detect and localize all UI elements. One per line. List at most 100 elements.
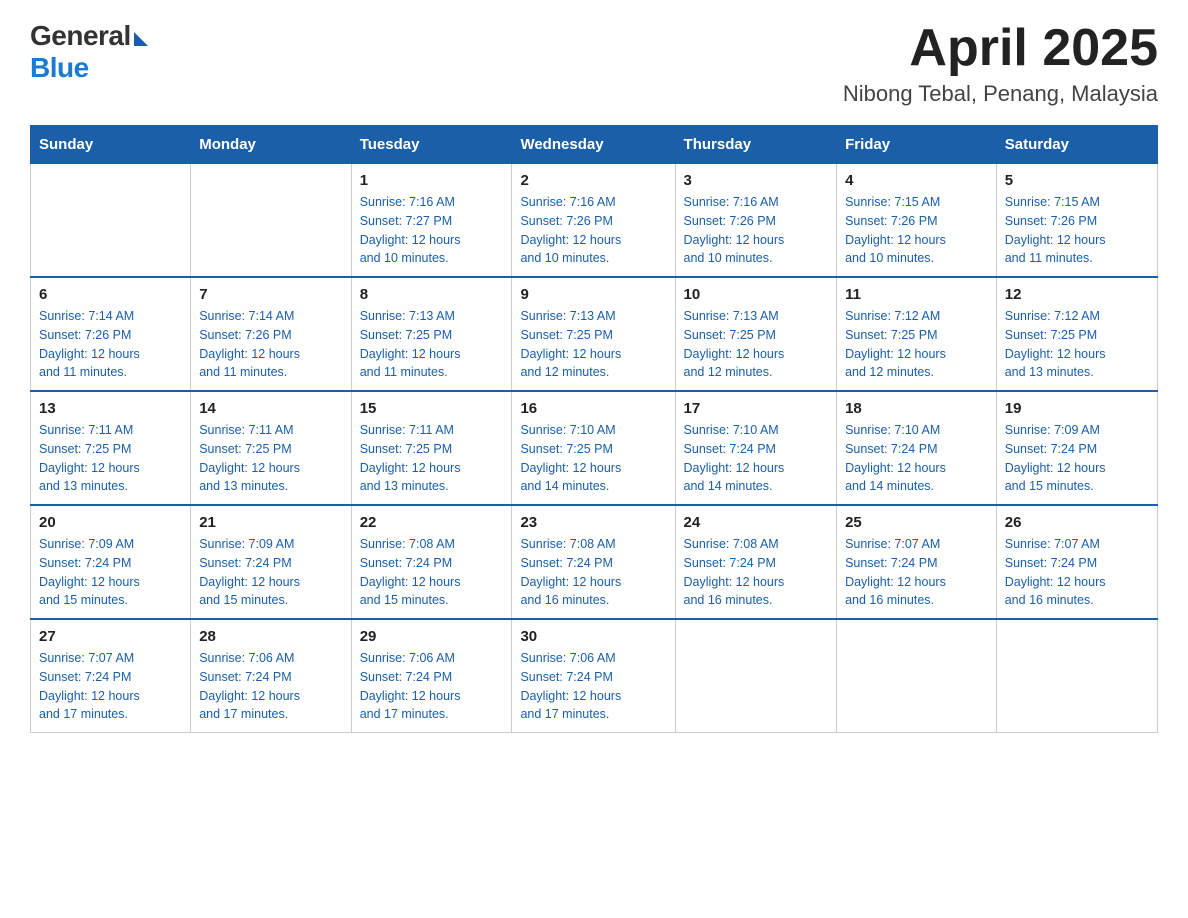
- col-saturday: Saturday: [996, 126, 1157, 164]
- calendar-cell: 26Sunrise: 7:07 AM Sunset: 7:24 PM Dayli…: [996, 505, 1157, 619]
- calendar-table: Sunday Monday Tuesday Wednesday Thursday…: [30, 125, 1158, 733]
- calendar-row: 1Sunrise: 7:16 AM Sunset: 7:27 PM Daylig…: [31, 164, 1158, 278]
- calendar-cell: 19 Sunrise: 7:09 AM Sunset: 7:24 PM Dayli…: [996, 391, 1157, 505]
- page-header: General Blue April 2025 Nibong Tebal, Pe…: [30, 20, 1158, 107]
- col-thursday: Thursday: [675, 126, 837, 164]
- day-info: Sunrise: 7:12 AM Sunset: 7:25 PM Dayligh…: [845, 307, 988, 382]
- day-info: Sunrise: 7:16 AM Sunset: 7:26 PM Dayligh…: [520, 193, 666, 268]
- day-info: Sunrise: 7:14 AM Sunset: 7:26 PM Dayligh…: [39, 307, 182, 382]
- logo-blue-text: Blue: [30, 52, 89, 84]
- calendar-cell: 8Sunrise: 7:13 AM Sunset: 7:25 PM Daylig…: [351, 277, 512, 391]
- day-info: Sunrise: 7:16 AM Sunset: 7:26 PM Dayligh…: [684, 193, 829, 268]
- day-number: 29: [360, 628, 504, 645]
- calendar-cell: 2 Sunrise: 7:16 AM Sunset: 7:26 PM Daylig…: [512, 164, 675, 278]
- day-number: 11: [845, 286, 988, 303]
- day-info: Sunrise: 7:15 AM Sunset: 7:26 PM Dayligh…: [1005, 193, 1149, 268]
- day-info: Sunrise: 7:16 AM Sunset: 7:27 PM Dayligh…: [360, 193, 504, 268]
- calendar-cell: 16 Sunrise: 7:10 AM Sunset: 7:25 PM Dayli…: [512, 391, 675, 505]
- day-number: 30: [520, 628, 666, 645]
- day-number: 2: [520, 172, 666, 189]
- col-friday: Friday: [837, 126, 997, 164]
- day-info: Sunrise: 7:11 AM Sunset: 7:25 PM Dayligh…: [199, 421, 342, 496]
- calendar-cell: 20Sunrise: 7:09 AM Sunset: 7:24 PM Dayli…: [31, 505, 191, 619]
- calendar-cell: 17Sunrise: 7:10 AM Sunset: 7:24 PM Dayli…: [675, 391, 837, 505]
- day-number: 14: [199, 400, 342, 417]
- calendar-cell: 28 Sunrise: 7:06 AM Sunset: 7:24 PM Dayli…: [191, 619, 351, 733]
- day-number: 17: [684, 400, 829, 417]
- day-info: Sunrise: 7:15 AM Sunset: 7:26 PM Dayligh…: [845, 193, 988, 268]
- calendar-cell: 7 Sunrise: 7:14 AM Sunset: 7:26 PM Daylig…: [191, 277, 351, 391]
- day-number: 6: [39, 286, 182, 303]
- day-info: Sunrise: 7:10 AM Sunset: 7:25 PM Dayligh…: [520, 421, 666, 496]
- col-sunday: Sunday: [31, 126, 191, 164]
- calendar-cell: 24Sunrise: 7:08 AM Sunset: 7:24 PM Dayli…: [675, 505, 837, 619]
- day-number: 19: [1005, 400, 1149, 417]
- day-number: 26: [1005, 514, 1149, 531]
- calendar-row: 6 Sunrise: 7:14 AM Sunset: 7:26 PM Daylig…: [31, 277, 1158, 391]
- calendar-cell: 18Sunrise: 7:10 AM Sunset: 7:24 PM Dayli…: [837, 391, 997, 505]
- col-wednesday: Wednesday: [512, 126, 675, 164]
- day-number: 8: [360, 286, 504, 303]
- calendar-cell: 21Sunrise: 7:09 AM Sunset: 7:24 PM Dayli…: [191, 505, 351, 619]
- col-monday: Monday: [191, 126, 351, 164]
- calendar-cell: [837, 619, 997, 733]
- calendar-cell: 13Sunrise: 7:11 AM Sunset: 7:25 PM Dayli…: [31, 391, 191, 505]
- day-number: 27: [39, 628, 182, 645]
- day-info: Sunrise: 7:06 AM Sunset: 7:24 PM Dayligh…: [199, 649, 342, 724]
- logo-arrow-icon: [134, 32, 148, 46]
- day-info: Sunrise: 7:08 AM Sunset: 7:24 PM Dayligh…: [684, 535, 829, 610]
- logo: General Blue: [30, 20, 148, 84]
- calendar-cell: 27 Sunrise: 7:07 AM Sunset: 7:24 PM Dayli…: [31, 619, 191, 733]
- calendar-cell: 3 Sunrise: 7:16 AM Sunset: 7:26 PM Daylig…: [675, 164, 837, 278]
- day-number: 5: [1005, 172, 1149, 189]
- col-tuesday: Tuesday: [351, 126, 512, 164]
- calendar-cell: 29Sunrise: 7:06 AM Sunset: 7:24 PM Dayli…: [351, 619, 512, 733]
- calendar-cell: [675, 619, 837, 733]
- calendar-cell: 6 Sunrise: 7:14 AM Sunset: 7:26 PM Daylig…: [31, 277, 191, 391]
- day-number: 15: [360, 400, 504, 417]
- calendar-row: 27 Sunrise: 7:07 AM Sunset: 7:24 PM Dayli…: [31, 619, 1158, 733]
- calendar-cell: 9 Sunrise: 7:13 AM Sunset: 7:25 PM Daylig…: [512, 277, 675, 391]
- day-info: Sunrise: 7:09 AM Sunset: 7:24 PM Dayligh…: [1005, 421, 1149, 496]
- calendar-cell: 14 Sunrise: 7:11 AM Sunset: 7:25 PM Dayli…: [191, 391, 351, 505]
- day-info: Sunrise: 7:07 AM Sunset: 7:24 PM Dayligh…: [845, 535, 988, 610]
- day-number: 7: [199, 286, 342, 303]
- title-section: April 2025 Nibong Tebal, Penang, Malaysi…: [843, 20, 1158, 107]
- day-info: Sunrise: 7:12 AM Sunset: 7:25 PM Dayligh…: [1005, 307, 1149, 382]
- calendar-row: 13Sunrise: 7:11 AM Sunset: 7:25 PM Dayli…: [31, 391, 1158, 505]
- day-info: Sunrise: 7:13 AM Sunset: 7:25 PM Dayligh…: [520, 307, 666, 382]
- day-number: 18: [845, 400, 988, 417]
- calendar-cell: 15 Sunrise: 7:11 AM Sunset: 7:25 PM Dayli…: [351, 391, 512, 505]
- calendar-header-row: Sunday Monday Tuesday Wednesday Thursday…: [31, 126, 1158, 164]
- calendar-cell: 22 Sunrise: 7:08 AM Sunset: 7:24 PM Dayli…: [351, 505, 512, 619]
- calendar-cell: 1Sunrise: 7:16 AM Sunset: 7:27 PM Daylig…: [351, 164, 512, 278]
- logo-general-text: General: [30, 20, 131, 52]
- day-number: 22: [360, 514, 504, 531]
- day-number: 20: [39, 514, 182, 531]
- calendar-cell: 23Sunrise: 7:08 AM Sunset: 7:24 PM Dayli…: [512, 505, 675, 619]
- day-info: Sunrise: 7:07 AM Sunset: 7:24 PM Dayligh…: [39, 649, 182, 724]
- day-info: Sunrise: 7:13 AM Sunset: 7:25 PM Dayligh…: [684, 307, 829, 382]
- calendar-cell: 25 Sunrise: 7:07 AM Sunset: 7:24 PM Dayli…: [837, 505, 997, 619]
- calendar-cell: [31, 164, 191, 278]
- calendar-cell: 30Sunrise: 7:06 AM Sunset: 7:24 PM Dayli…: [512, 619, 675, 733]
- calendar-cell: 4Sunrise: 7:15 AM Sunset: 7:26 PM Daylig…: [837, 164, 997, 278]
- day-number: 3: [684, 172, 829, 189]
- day-number: 25: [845, 514, 988, 531]
- day-number: 16: [520, 400, 666, 417]
- calendar-cell: [996, 619, 1157, 733]
- calendar-cell: 10Sunrise: 7:13 AM Sunset: 7:25 PM Dayli…: [675, 277, 837, 391]
- day-info: Sunrise: 7:11 AM Sunset: 7:25 PM Dayligh…: [360, 421, 504, 496]
- calendar-cell: 12 Sunrise: 7:12 AM Sunset: 7:25 PM Dayli…: [996, 277, 1157, 391]
- calendar-cell: 11 Sunrise: 7:12 AM Sunset: 7:25 PM Dayli…: [837, 277, 997, 391]
- day-number: 12: [1005, 286, 1149, 303]
- page-title: April 2025: [843, 20, 1158, 77]
- calendar-cell: [191, 164, 351, 278]
- day-info: Sunrise: 7:14 AM Sunset: 7:26 PM Dayligh…: [199, 307, 342, 382]
- day-number: 28: [199, 628, 342, 645]
- day-number: 9: [520, 286, 666, 303]
- calendar-cell: 5 Sunrise: 7:15 AM Sunset: 7:26 PM Daylig…: [996, 164, 1157, 278]
- day-number: 21: [199, 514, 342, 531]
- day-info: Sunrise: 7:08 AM Sunset: 7:24 PM Dayligh…: [360, 535, 504, 610]
- calendar-row: 20Sunrise: 7:09 AM Sunset: 7:24 PM Dayli…: [31, 505, 1158, 619]
